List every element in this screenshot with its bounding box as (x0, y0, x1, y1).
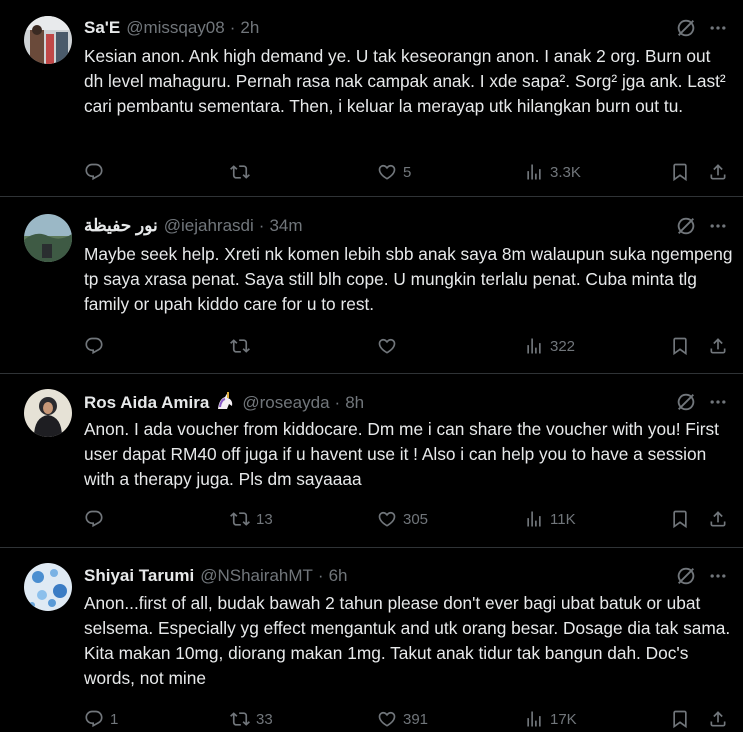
like-count: 305 (403, 510, 429, 528)
more-icon[interactable] (706, 564, 730, 588)
reply-icon (84, 509, 104, 529)
share-icon (708, 336, 728, 356)
avatar[interactable] (24, 389, 72, 437)
views-icon (524, 509, 544, 529)
repost-icon (230, 509, 250, 529)
views-button[interactable]: 11K (524, 506, 576, 532)
like-button[interactable]: 305 (377, 506, 428, 532)
avatar[interactable] (24, 214, 72, 262)
share-icon (708, 709, 728, 729)
views-icon (524, 709, 544, 729)
timestamp[interactable]: 34m (269, 216, 302, 235)
bookmark-button[interactable] (670, 506, 690, 532)
like-count: 391 (403, 710, 429, 728)
repost-count: 13 (256, 510, 273, 528)
heart-icon (377, 336, 397, 356)
display-name[interactable]: Ros Aida Amira (84, 393, 209, 412)
repost-button[interactable]: 13 (230, 506, 273, 532)
reply-icon (84, 336, 104, 356)
heart-icon (377, 709, 397, 729)
tweet-1[interactable]: Sa'E @missqay08 · 2h Kesian anon. Ank high … (0, 0, 743, 197)
avatar[interactable] (24, 563, 72, 611)
share-button[interactable] (708, 706, 728, 732)
tweet-text: Anon...first of all, budak bawah 2 tahun… (84, 593, 731, 688)
reply-icon (84, 709, 104, 729)
view-count: 322 (550, 337, 576, 355)
tweet-text: Maybe seek help. Xreti nk komen lebih sb… (84, 244, 733, 314)
heart-icon (377, 162, 397, 182)
display-name[interactable]: Shiyai Tarumi (84, 566, 194, 585)
bookmark-icon (670, 509, 690, 529)
view-count: 17K (550, 710, 577, 728)
repost-icon (230, 162, 250, 182)
tweet-text: Anon. I ada voucher from kiddocare. Dm m… (84, 419, 719, 489)
separator-dot: · (334, 393, 341, 412)
like-button[interactable]: 5 (377, 159, 411, 185)
views-button[interactable]: 3.3K (524, 159, 581, 185)
bookmark-button[interactable] (670, 159, 690, 185)
share-button[interactable] (708, 159, 728, 185)
user-handle[interactable]: @missqay08 (126, 18, 225, 37)
bookmark-button[interactable] (670, 333, 690, 359)
user-handle[interactable]: @NShairahMT (200, 566, 313, 585)
user-handle[interactable]: @roseayda (242, 393, 329, 412)
bookmark-icon (670, 336, 690, 356)
tweet-text: Kesian anon. Ank high demand ye. U tak k… (84, 46, 726, 116)
grok-icon[interactable] (674, 390, 698, 414)
share-button[interactable] (708, 506, 728, 532)
like-button[interactable] (377, 333, 403, 359)
bookmark-icon (670, 162, 690, 182)
avatar[interactable] (24, 16, 72, 64)
user-handle[interactable]: @iejahrasdi (164, 216, 254, 235)
display-name[interactable]: Sa'E (84, 18, 120, 37)
repost-icon (230, 709, 250, 729)
tweet-2[interactable]: نور حفيظة @iejahrasdi · 34m Maybe seek help… (0, 198, 743, 374)
repost-icon (230, 336, 250, 356)
like-count: 5 (403, 163, 412, 181)
tweet-3[interactable]: Ros Aida Amira @roseayda · 8h Anon. I ada v… (0, 375, 743, 548)
views-button[interactable]: 17K (524, 706, 577, 732)
reply-button[interactable] (84, 506, 110, 532)
repost-button[interactable]: 33 (230, 706, 273, 732)
more-icon[interactable] (706, 214, 730, 238)
separator-dot: · (317, 566, 324, 585)
separator-dot: · (258, 216, 265, 235)
reply-icon (84, 162, 104, 182)
unicorn-icon (214, 391, 236, 417)
share-button[interactable] (708, 333, 728, 359)
more-icon[interactable] (706, 16, 730, 40)
views-icon (524, 162, 544, 182)
reply-button[interactable] (84, 333, 110, 359)
timestamp[interactable]: 2h (240, 18, 259, 37)
repost-button[interactable] (230, 159, 256, 185)
reply-count: 1 (110, 710, 119, 728)
reply-button[interactable] (84, 159, 110, 185)
repost-count: 33 (256, 710, 273, 728)
share-icon (708, 509, 728, 529)
view-count: 11K (550, 510, 576, 528)
grok-icon[interactable] (674, 564, 698, 588)
grok-icon[interactable] (674, 214, 698, 238)
separator-dot: · (229, 18, 236, 37)
views-button[interactable]: 322 (524, 333, 575, 359)
timestamp[interactable]: 8h (345, 393, 364, 412)
reply-button[interactable]: 1 (84, 706, 118, 732)
grok-icon[interactable] (674, 16, 698, 40)
view-count: 3.3K (550, 163, 581, 181)
views-icon (524, 336, 544, 356)
bookmark-button[interactable] (670, 706, 690, 732)
more-icon[interactable] (706, 390, 730, 414)
heart-icon (377, 509, 397, 529)
repost-button[interactable] (230, 333, 256, 359)
bookmark-icon (670, 709, 690, 729)
timestamp[interactable]: 6h (329, 566, 348, 585)
share-icon (708, 162, 728, 182)
display-name[interactable]: نور حفيظة (84, 216, 158, 235)
like-button[interactable]: 391 (377, 706, 428, 732)
tweet-4[interactable]: Shiyai Tarumi @NShairahMT · 6h Anon...first… (0, 549, 743, 731)
